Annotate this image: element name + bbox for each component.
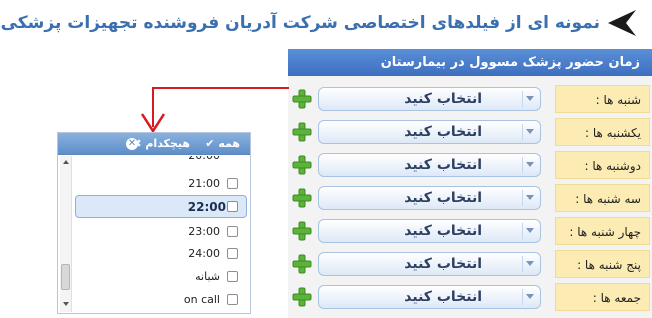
arrow-down-icon [140, 113, 166, 134]
select-divider [522, 124, 523, 140]
option-checkbox[interactable] [227, 248, 238, 259]
list-item[interactable]: 24:00 [70, 243, 240, 265]
select-divider [522, 157, 523, 173]
list-item[interactable]: on call [70, 289, 240, 311]
option-checkbox[interactable] [227, 178, 238, 189]
close-icon[interactable]: ✕ [126, 138, 138, 150]
plus-icon[interactable] [292, 188, 312, 208]
select-none-button[interactable]: ✖ هیچکدام [132, 133, 190, 155]
select-divider [522, 256, 523, 272]
pointer-line [152, 87, 289, 89]
option-checkbox[interactable] [227, 201, 238, 212]
plus-icon[interactable] [292, 254, 312, 274]
select-value: انتخاب کنید [404, 157, 482, 173]
option-checkbox[interactable] [227, 294, 238, 305]
day-row-monday: دوشنبه ها : انتخاب کنید [288, 151, 652, 179]
time-select[interactable]: انتخاب کنید [318, 87, 541, 111]
scrollbar-thumb[interactable] [61, 264, 70, 290]
arrow-left-icon [608, 10, 636, 36]
list-item[interactable]: شبانه [70, 266, 240, 288]
section-header: زمان حضور پزشک مسوول در بیمارستان [288, 49, 652, 76]
row-label: یکشنبه ها : [555, 118, 650, 146]
select-value: انتخاب کنید [404, 289, 482, 305]
option-label: 24:00 [188, 247, 220, 260]
chevron-down-icon[interactable] [526, 261, 534, 266]
plus-icon[interactable] [292, 221, 312, 241]
plus-icon[interactable] [292, 122, 312, 142]
plus-icon[interactable] [292, 155, 312, 175]
chevron-down-icon[interactable] [526, 129, 534, 134]
plus-icon[interactable] [292, 89, 312, 109]
time-select[interactable]: انتخاب کنید [318, 120, 541, 144]
select-divider [522, 91, 523, 107]
section-title: زمان حضور پزشک مسوول در بیمارستان [380, 55, 640, 70]
option-label: 21:00 [188, 177, 220, 190]
option-label: 22:00 [187, 200, 226, 214]
select-divider [522, 289, 523, 305]
row-label: چهار شنبه ها : [555, 217, 650, 245]
option-label: شبانه [195, 270, 220, 283]
day-row-sunday: یکشنبه ها : انتخاب کنید [288, 118, 652, 146]
day-row-thursday: پنج شنبه ها : انتخاب کنید [288, 250, 652, 278]
option-label: on call [183, 293, 220, 306]
list-item[interactable]: 22:00 [75, 195, 247, 218]
select-value: انتخاب کنید [404, 91, 482, 107]
row-label: دوشنبه ها : [555, 151, 650, 179]
row-label: جمعه ها : [555, 283, 650, 311]
option-checkbox[interactable] [227, 271, 238, 282]
select-value: انتخاب کنید [404, 124, 482, 140]
select-divider [522, 190, 523, 206]
select-value: انتخاب کنید [404, 256, 482, 272]
scroll-up-icon[interactable] [63, 160, 69, 164]
select-all-button[interactable]: ✔ همه [205, 133, 240, 155]
time-select[interactable]: انتخاب کنید [318, 252, 541, 276]
list-item[interactable]: 21:00 [70, 173, 240, 195]
option-label: 23:00 [188, 225, 220, 238]
page-title: نمونه ای از فیلدهای اختصاصی شرکت آدریان … [0, 13, 600, 33]
day-row-friday: جمعه ها : انتخاب کنید [288, 283, 652, 311]
dropdown-header: ✔ همه ✖ هیچکدام ✕ [58, 133, 250, 155]
select-value: انتخاب کنید [404, 190, 482, 206]
select-value: انتخاب کنید [404, 223, 482, 239]
time-select[interactable]: انتخاب کنید [318, 219, 541, 243]
day-row-tuesday: سه شنبه ها : انتخاب کنید [288, 184, 652, 212]
chevron-down-icon[interactable] [526, 294, 534, 299]
chevron-down-icon[interactable] [526, 96, 534, 101]
chevron-down-icon[interactable] [526, 228, 534, 233]
chevron-down-icon[interactable] [526, 195, 534, 200]
scroll-down-icon[interactable] [63, 302, 69, 306]
select-divider [522, 223, 523, 239]
day-row-saturday: شنبه ها : انتخاب کنید [288, 85, 652, 113]
time-select[interactable]: انتخاب کنید [318, 285, 541, 309]
option-label: 20:00 [188, 156, 220, 166]
day-row-wednesday: چهار شنبه ها : انتخاب کنید [288, 217, 652, 245]
time-select[interactable]: انتخاب کنید [318, 186, 541, 210]
list-item[interactable]: 23:00 [70, 221, 240, 243]
row-label: شنبه ها : [555, 85, 650, 113]
row-label: سه شنبه ها : [555, 184, 650, 212]
row-label: پنج شنبه ها : [555, 250, 650, 278]
chevron-down-icon[interactable] [526, 162, 534, 167]
time-dropdown-panel: ✔ همه ✖ هیچکدام ✕ 20:00 21:00 22:00 23:0… [57, 132, 251, 314]
option-checkbox[interactable] [227, 226, 238, 237]
plus-icon[interactable] [292, 287, 312, 307]
time-select[interactable]: انتخاب کنید [318, 153, 541, 177]
list-item[interactable]: 20:00 [70, 156, 240, 166]
